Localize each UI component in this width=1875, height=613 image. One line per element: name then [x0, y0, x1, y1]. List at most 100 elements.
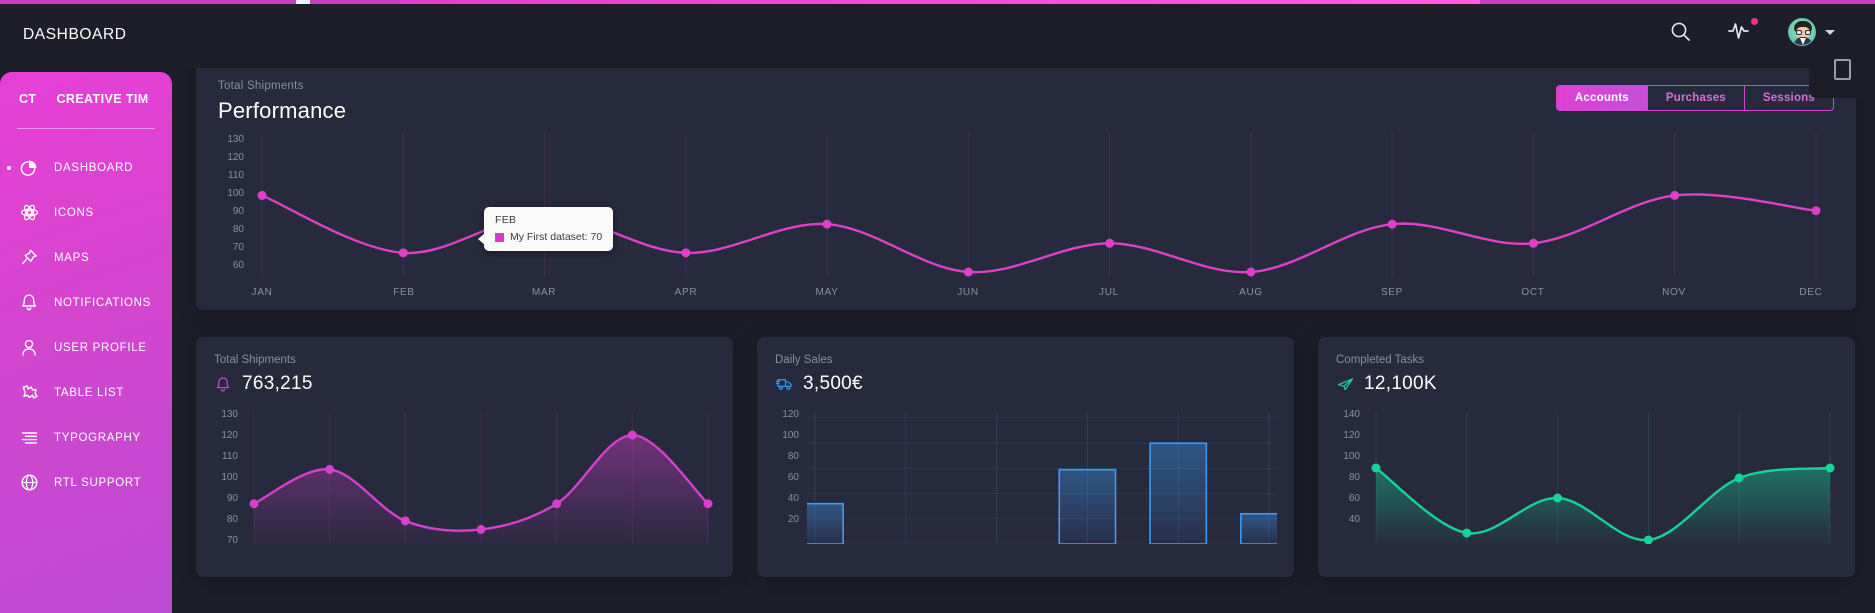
logo-mark: CT	[19, 92, 36, 106]
x-tick: APR	[656, 287, 716, 298]
x-tick: AUG	[1221, 287, 1281, 298]
completed-tasks-chart: 140 120 100 80 60 40	[1336, 409, 1837, 569]
sidebar-logo[interactable]: CT CREATIVE TIM	[0, 76, 172, 122]
x-tick: DEC	[1781, 287, 1841, 298]
pie-chart-icon	[19, 158, 39, 178]
sidebar-item-label: TABLE LIST	[54, 387, 124, 399]
sidebar-item-rtl-support[interactable]: RTL SUPPORT	[0, 460, 172, 505]
y-tick: 100	[782, 430, 799, 441]
total-shipments-plot	[246, 412, 716, 544]
card-value: 763,215	[242, 373, 313, 395]
puzzle-icon	[19, 383, 39, 403]
y-tick: 40	[1349, 514, 1360, 525]
search-icon[interactable]	[1668, 19, 1694, 45]
y-tick: 80	[233, 224, 244, 235]
sidebar-item-dashboard[interactable]: DASHBOARD	[0, 145, 172, 190]
y-tick: 130	[227, 134, 244, 145]
daily-sales-card: Daily Sales 3,500€	[757, 337, 1294, 577]
page-title: DASHBOARD	[23, 26, 127, 44]
atom-icon	[19, 203, 39, 223]
sidebar-item-notifications[interactable]: NOTIFICATIONS	[0, 280, 172, 325]
x-tick: JUL	[1079, 287, 1139, 298]
card-value-row: 3,500€	[775, 373, 1276, 395]
y-tick: 20	[788, 514, 799, 525]
card-value-row: 12,100K	[1336, 373, 1837, 395]
performance-card: Total Shipments Performance Accounts Pur…	[196, 60, 1856, 310]
performance-chart: 130 120 110 100 90 80 70 60 FEB My	[218, 134, 1834, 319]
y-tick: 120	[1343, 430, 1360, 441]
activity-pulse-icon[interactable]	[1728, 19, 1754, 45]
sidebar-item-label: NOTIFICATIONS	[54, 297, 151, 309]
bell-icon	[214, 375, 232, 393]
notification-badge	[1751, 18, 1758, 25]
progress-nub	[296, 0, 310, 4]
y-tick: 60	[233, 260, 244, 271]
chevron-down-icon[interactable]	[1825, 30, 1835, 35]
sidebar-item-icons[interactable]: ICONS	[0, 190, 172, 235]
y-tick: 120	[227, 152, 244, 163]
x-tick: NOV	[1644, 287, 1704, 298]
main-content: Total Shipments Performance Accounts Pur…	[196, 60, 1856, 577]
dashboard-app: DASHBOARD	[0, 0, 1875, 613]
performance-y-axis: 130 120 110 100 90 80 70 60	[218, 134, 244, 274]
sidebar-item-maps[interactable]: MAPS	[0, 235, 172, 280]
tooltip-value: My First dataset: 70	[510, 231, 602, 243]
y-tick: 90	[227, 493, 238, 504]
user-icon	[19, 338, 39, 358]
y-tick: 60	[1349, 493, 1360, 504]
square-icon[interactable]	[1834, 59, 1851, 80]
sidebar-item-label: TYPOGRAPHY	[54, 432, 141, 444]
y-tick: 100	[221, 472, 238, 483]
y-tick: 60	[788, 472, 799, 483]
tab-accounts[interactable]: Accounts	[1557, 86, 1648, 110]
x-tick: SEP	[1362, 287, 1422, 298]
y-tick: 90	[233, 206, 244, 217]
y-tick: 70	[233, 242, 244, 253]
send-icon	[1336, 375, 1354, 393]
y-tick: 100	[1343, 451, 1360, 462]
tooltip-color-swatch	[495, 233, 504, 242]
sidebar-nav: DASHBOARD ICONS	[0, 145, 172, 505]
daily-sales-plot	[807, 412, 1277, 544]
sidebar-item-label: MAPS	[54, 252, 89, 264]
tab-purchases[interactable]: Purchases	[1648, 86, 1745, 110]
y-tick: 40	[788, 493, 799, 504]
sidebar-item-typography[interactable]: TYPOGRAPHY	[0, 415, 172, 460]
logo-text: CREATIVE TIM	[56, 92, 148, 106]
y-tick: 120	[782, 409, 799, 420]
tooltip-arrow	[478, 233, 485, 245]
completed-tasks-plot	[1368, 412, 1838, 544]
y-tick: 140	[1343, 409, 1360, 420]
tooltip-title: FEB	[495, 214, 602, 226]
sidebar-item-label: ICONS	[54, 207, 94, 219]
settings-panel[interactable]	[1809, 40, 1875, 98]
chart-tooltip: FEB My First dataset: 70	[484, 207, 613, 251]
active-bullet	[7, 166, 11, 170]
sidebar-item-label: DASHBOARD	[54, 162, 133, 174]
y-tick: 110	[222, 451, 238, 462]
x-tick: FEB	[374, 287, 434, 298]
card-subtitle: Total Shipments	[214, 354, 715, 366]
sidebar-item-user-profile[interactable]: USER PROFILE	[0, 325, 172, 370]
total-shipments-chart: 130 120 110 100 90 80 70	[214, 409, 715, 569]
y-tick: 120	[221, 430, 238, 441]
sidebar-item-table-list[interactable]: TABLE LIST	[0, 370, 172, 415]
top-header: DASHBOARD	[0, 4, 1875, 68]
top-progress-bar	[0, 0, 1875, 4]
text-lines-icon	[19, 428, 39, 448]
card-subtitle: Completed Tasks	[1336, 354, 1837, 366]
y-tick: 80	[227, 514, 238, 525]
y-tick: 100	[227, 188, 244, 199]
x-tick: MAY	[797, 287, 857, 298]
performance-tabs: Accounts Purchases Sessions	[1556, 85, 1834, 111]
delivery-truck-icon	[775, 375, 793, 393]
total-shipments-card: Total Shipments 763,215 130 120 110	[196, 337, 733, 577]
pin-icon	[19, 248, 39, 268]
sidebar: CT CREATIVE TIM DASHBOARD	[0, 72, 172, 613]
sidebar-item-label: RTL SUPPORT	[54, 477, 141, 489]
x-tick: JUN	[938, 287, 998, 298]
x-tick: JAN	[232, 287, 292, 298]
y-tick: 70	[227, 535, 238, 546]
stats-row: Total Shipments 763,215 130 120 110	[196, 337, 1856, 577]
x-tick: MAR	[514, 287, 574, 298]
